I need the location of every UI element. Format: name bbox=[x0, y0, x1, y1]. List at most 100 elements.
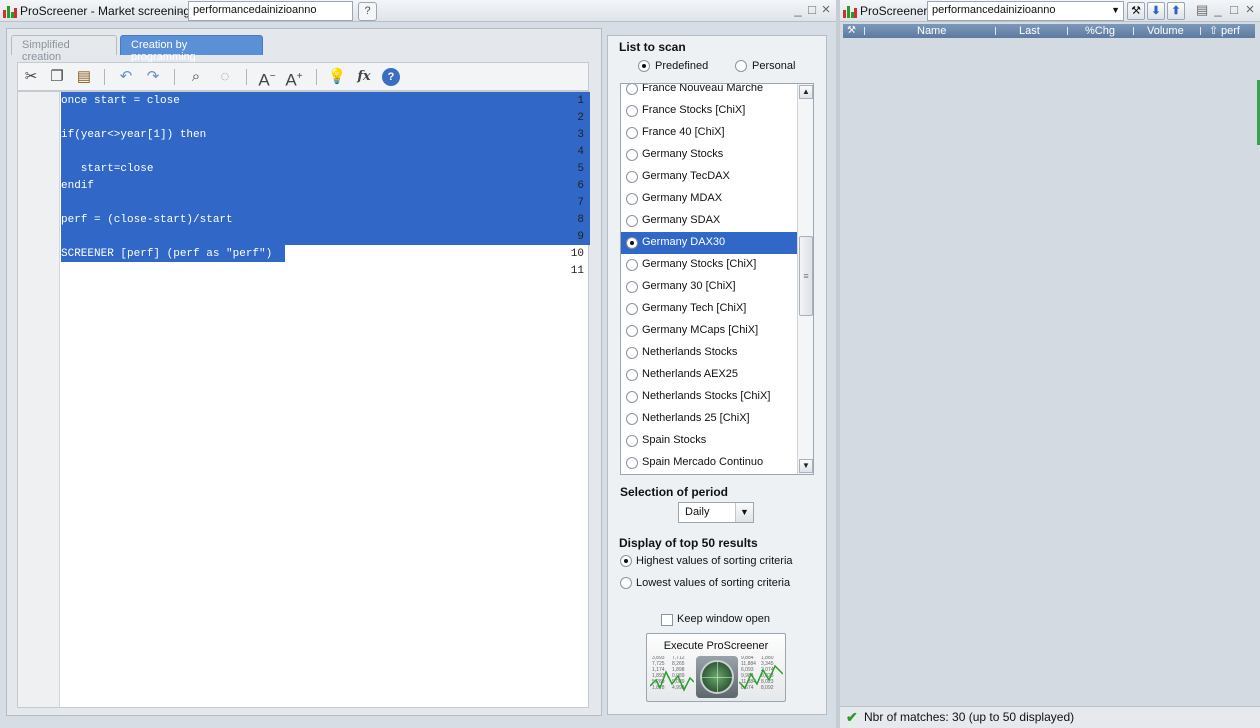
list-item[interactable]: Germany 30 [ChiX] bbox=[621, 276, 797, 298]
chevron-down-icon[interactable]: ▼ bbox=[735, 503, 753, 522]
list-item-radio[interactable] bbox=[626, 369, 638, 381]
line-number: 9 bbox=[577, 231, 584, 243]
copy-icon[interactable]: ❐ bbox=[46, 66, 68, 88]
close-button[interactable]: × bbox=[820, 2, 832, 17]
list-item-radio[interactable] bbox=[626, 259, 638, 271]
tab-simplified-creation[interactable]: Simplified creation bbox=[11, 35, 117, 63]
screener-name-input[interactable]: performancedainizioanno bbox=[188, 1, 353, 21]
search-icon[interactable]: ⌕ bbox=[185, 66, 207, 88]
list-scrollbar[interactable]: ▲ ≡ ▼ bbox=[797, 84, 813, 474]
screener-select[interactable]: performancedainizioanno ▼ bbox=[927, 1, 1124, 21]
increase-font-icon[interactable]: A+ bbox=[283, 66, 305, 90]
list-item[interactable]: Netherlands Stocks [ChiX] bbox=[621, 386, 797, 408]
list-item-radio[interactable] bbox=[626, 149, 638, 161]
list-item-radio[interactable] bbox=[626, 215, 638, 227]
code-editor[interactable]: 1 2 3 4 5 6 7 8 9 10 11 once start = clo… bbox=[17, 91, 590, 708]
predefined-label[interactable]: Predefined bbox=[655, 60, 708, 72]
list-item-radio[interactable] bbox=[626, 193, 638, 205]
execute-proscreener-button[interactable]: Execute ProScreener 3,893 7,725 1,174 1,… bbox=[646, 633, 786, 702]
arrow-up-icon[interactable]: ⬆ bbox=[1167, 2, 1185, 20]
tab-creation-by-programming[interactable]: Creation by programming bbox=[120, 35, 263, 63]
list-item[interactable]: Spain Mercado Continuo bbox=[621, 452, 797, 474]
list-item-radio[interactable] bbox=[626, 435, 638, 447]
list-item-radio[interactable] bbox=[626, 281, 638, 293]
list-item-radio[interactable] bbox=[626, 84, 638, 95]
list-item[interactable]: Germany Stocks [ChiX] bbox=[621, 254, 797, 276]
wrench-icon[interactable]: ⚒ bbox=[847, 24, 856, 38]
function-icon[interactable]: fx bbox=[353, 66, 375, 88]
line-number-gutter bbox=[18, 92, 60, 707]
period-select[interactable]: Daily ▼ bbox=[678, 502, 754, 523]
list-item[interactable]: Spain Stocks bbox=[621, 430, 797, 452]
help-glyph: ? bbox=[382, 68, 400, 86]
close-button[interactable]: × bbox=[1244, 2, 1256, 17]
arrow-down-icon[interactable]: ⬇ bbox=[1147, 2, 1165, 20]
minimize-button[interactable]: _ bbox=[1212, 3, 1224, 17]
list-item-radio[interactable] bbox=[626, 325, 638, 337]
list-item[interactable]: Germany Tech [ChiX] bbox=[621, 298, 797, 320]
list-item[interactable]: Germany TecDAX bbox=[621, 166, 797, 188]
list-item-radio[interactable] bbox=[626, 237, 638, 249]
minimize-button[interactable]: _ bbox=[792, 3, 804, 17]
list-item[interactable]: Germany MCaps [ChiX] bbox=[621, 320, 797, 342]
list-item-radio[interactable] bbox=[626, 413, 638, 425]
column-header-last[interactable]: Last bbox=[1019, 24, 1040, 38]
list-item[interactable]: Netherlands Stocks bbox=[621, 342, 797, 364]
personal-label[interactable]: Personal bbox=[752, 60, 795, 72]
execute-label: Execute ProScreener bbox=[663, 640, 769, 652]
maximize-button[interactable]: □ bbox=[806, 3, 818, 17]
list-item[interactable]: Germany Stocks bbox=[621, 144, 797, 166]
list-item-radio[interactable] bbox=[626, 105, 638, 117]
column-header-chg[interactable]: %Chg bbox=[1085, 24, 1115, 38]
column-header-volume[interactable]: Volume bbox=[1147, 24, 1184, 38]
list-item-radio[interactable] bbox=[626, 457, 638, 469]
list-item-radio[interactable] bbox=[626, 347, 638, 359]
keep-window-open-checkbox[interactable] bbox=[661, 614, 673, 626]
right-window-title: ProScreener bbox=[860, 4, 928, 18]
list-item[interactable]: France Stocks [ChiX] bbox=[621, 100, 797, 122]
wrench-icon[interactable]: ⚒ bbox=[1127, 2, 1145, 20]
personal-radio[interactable] bbox=[735, 60, 747, 72]
list-item[interactable]: Germany SDAX bbox=[621, 210, 797, 232]
chevron-down-icon[interactable]: ▼ bbox=[1111, 5, 1120, 15]
status-bar: ✔ Nbr of matches: 30 (up to 50 displayed… bbox=[840, 706, 1260, 728]
idea-bulb-icon[interactable]: 💡 bbox=[326, 66, 348, 88]
scroll-up-button[interactable]: ▲ bbox=[799, 85, 813, 99]
comment-icon[interactable]: ◌ bbox=[214, 66, 236, 88]
lowest-values-label[interactable]: Lowest values of sorting criteria bbox=[636, 577, 790, 589]
undo-icon[interactable]: ↶ bbox=[115, 66, 137, 88]
list-item[interactable]: France 40 [ChiX] bbox=[621, 122, 797, 144]
lowest-values-radio[interactable] bbox=[620, 577, 632, 589]
column-header-name[interactable]: Name bbox=[917, 24, 946, 38]
radar-icon bbox=[696, 656, 738, 698]
list-item[interactable]: Netherlands 25 [ChiX] bbox=[621, 408, 797, 430]
maximize-button[interactable]: □ bbox=[1228, 3, 1240, 17]
decrease-font-icon[interactable]: A− bbox=[256, 66, 278, 90]
help-icon[interactable]: ? bbox=[380, 66, 402, 88]
status-text: Nbr of matches: 30 (up to 50 displayed) bbox=[864, 710, 1075, 724]
column-header-perf[interactable]: perf bbox=[1221, 24, 1240, 38]
keep-window-open-label[interactable]: Keep window open bbox=[677, 613, 770, 625]
cut-icon[interactable]: ✂ bbox=[20, 66, 42, 88]
scroll-thumb[interactable]: ≡ bbox=[799, 236, 813, 316]
line-number: 5 bbox=[577, 163, 584, 175]
list-item-radio[interactable] bbox=[626, 303, 638, 315]
list-item-radio[interactable] bbox=[626, 391, 638, 403]
list-item-radio[interactable] bbox=[626, 171, 638, 183]
scroll-down-button[interactable]: ▼ bbox=[799, 459, 813, 473]
highest-values-label[interactable]: Highest values of sorting criteria bbox=[636, 555, 793, 567]
list-item[interactable]: France Nouveau Marche bbox=[621, 84, 797, 100]
paste-icon[interactable]: ▤ bbox=[73, 66, 95, 88]
list-item-selected[interactable]: Germany DAX30 bbox=[621, 232, 797, 254]
redo-icon[interactable]: ↷ bbox=[142, 66, 164, 88]
list-item[interactable]: Netherlands AEX25 bbox=[621, 364, 797, 386]
list-item[interactable]: Germany MDAX bbox=[621, 188, 797, 210]
code-line: endif bbox=[61, 180, 95, 192]
predefined-radio[interactable] bbox=[638, 60, 650, 72]
help-question-icon[interactable]: ? bbox=[358, 2, 377, 21]
highest-values-radio[interactable] bbox=[620, 555, 632, 567]
scroll-thumb-grip: ≡ bbox=[803, 271, 809, 281]
list-item-radio[interactable] bbox=[626, 127, 638, 139]
menu-icon[interactable]: ▤ bbox=[1196, 3, 1208, 17]
market-list[interactable]: France Nouveau Marche France Stocks [Chi… bbox=[620, 83, 814, 475]
